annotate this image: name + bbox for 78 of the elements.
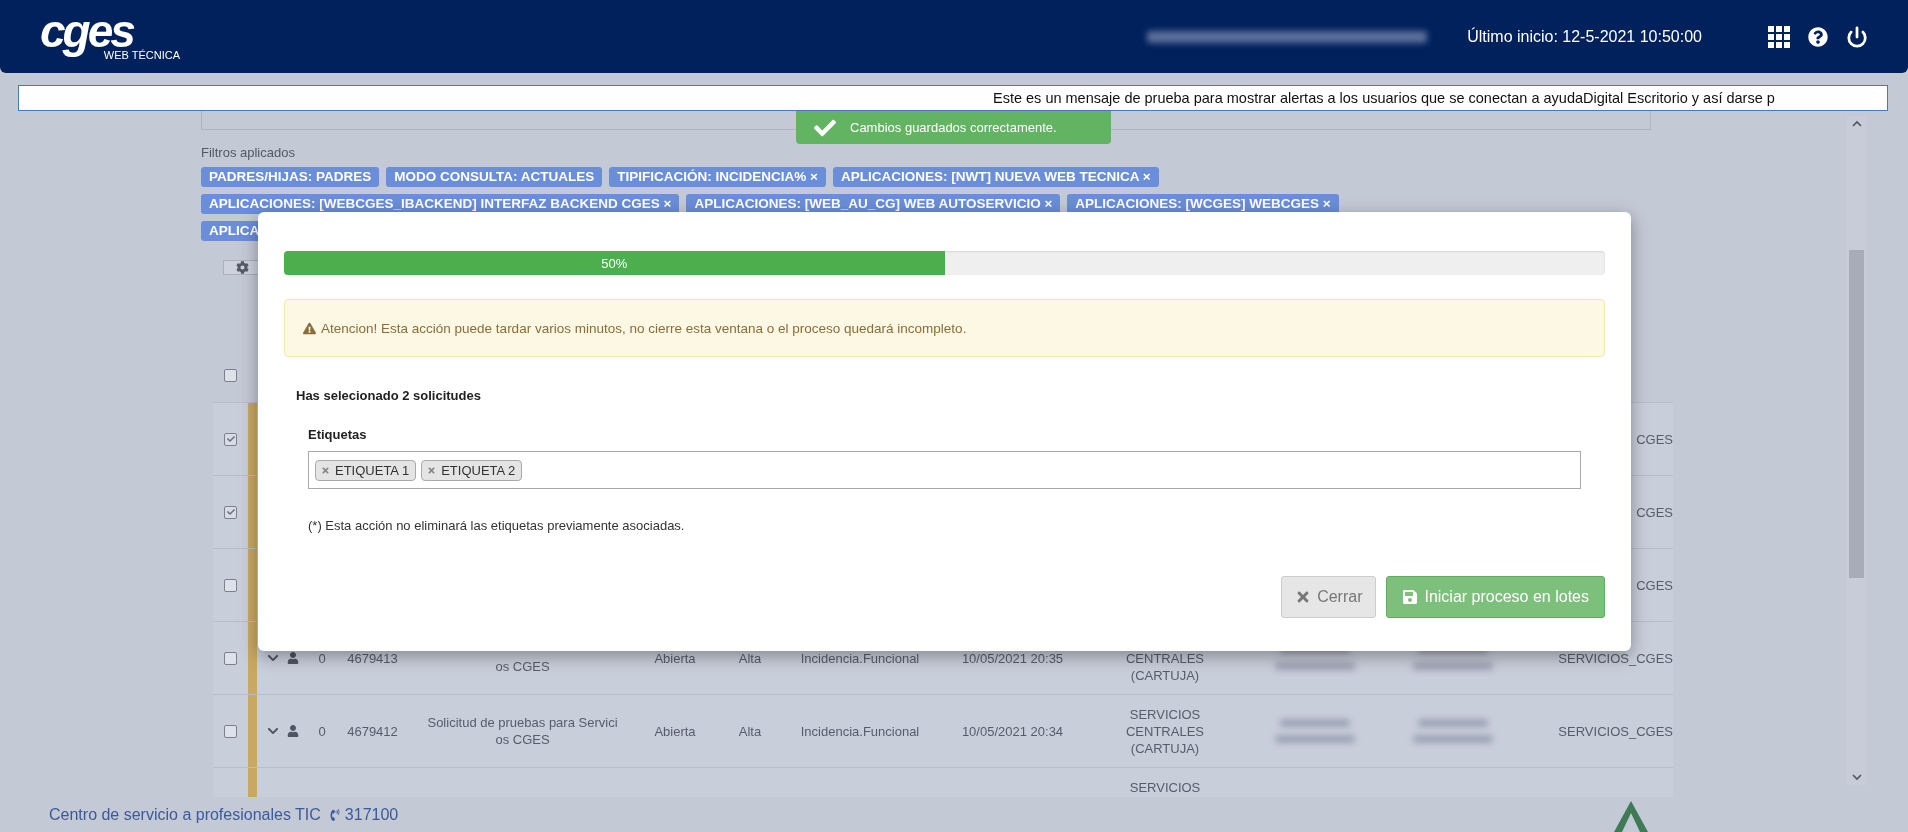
caret-down-icon[interactable] — [1851, 772, 1862, 782]
filter-tag[interactable]: APLICACIONES: [WCGES] WEBCGES × — [1067, 194, 1339, 214]
cell-text: Abierta — [654, 722, 696, 740]
row-stripe — [248, 476, 257, 548]
row-stripe — [248, 549, 257, 621]
cell-text: SERVICIOS_CGES — [1558, 722, 1673, 740]
caret-up-icon[interactable] — [1851, 119, 1862, 129]
selection-summary: Has selecionado 2 solicitudes — [296, 388, 482, 403]
power-icon[interactable] — [1846, 25, 1868, 48]
cell-text: 10/05/2021 20:35 — [961, 649, 1064, 667]
redacted-text — [1417, 719, 1488, 727]
row-stripe — [248, 622, 257, 694]
cell-text: Alta — [738, 649, 762, 667]
row-stripe — [248, 403, 257, 475]
cell-text: 0 — [318, 649, 326, 667]
user-icon — [287, 725, 299, 737]
close-button[interactable]: Cerrar — [1281, 576, 1377, 618]
checkbox[interactable] — [224, 432, 237, 446]
tag-chip[interactable]: ETIQUETA 1 — [315, 459, 417, 481]
user-icon — [287, 652, 299, 664]
cell-text: CGES — [1636, 430, 1673, 448]
chevron-down-icon[interactable] — [267, 652, 279, 664]
cell-text: (CARTUJA) — [1130, 666, 1200, 684]
cell-text: SERVICIOS — [1129, 705, 1201, 723]
check-icon — [226, 435, 235, 443]
tag-chip[interactable]: ETIQUETA 2 — [421, 459, 523, 481]
filters-title: Filtros aplicados — [201, 145, 296, 160]
last-login-text: Último inicio: 12-5-2021 10:50:00 — [1467, 27, 1702, 46]
progress-label: 50% — [601, 255, 628, 271]
cell-text: SERVICIOS_CGES — [1558, 649, 1673, 667]
phone-link[interactable]: 317100 — [328, 805, 399, 824]
warning-icon — [303, 321, 316, 335]
filter-tag[interactable]: APLICACIONES: [NWT] NUEVA WEB TECNICA × — [832, 167, 1159, 187]
checkbox[interactable] — [224, 724, 237, 738]
cell-text: Incidencia.Funcional — [800, 722, 920, 740]
cell-text: SERVICIOS — [1129, 778, 1201, 796]
cell-text: Solicitud de pruebas para Servici — [427, 714, 618, 731]
cell-text: CENTRALES — [1126, 649, 1204, 667]
alert-banner: Este es un mensaje de prueba para mostrar alertas a los usuarios que se conectan a ayudaDigital Escritorio y así darse p — [18, 85, 1888, 111]
cell-text: os CGES — [495, 658, 550, 675]
cell-text: os CGES — [495, 731, 550, 748]
filter-tag[interactable]: APLICACIONES: [WEB_AU_CG] WEB AUTOSERVICIO × — [686, 194, 1061, 214]
cell-text: 0 — [318, 722, 326, 740]
remove-icon[interactable] — [427, 465, 437, 475]
cell-text: CGES — [1636, 503, 1673, 521]
checkbox[interactable] — [224, 369, 237, 382]
tags-field[interactable]: ETIQUETA 1 ETIQUETA 2 — [308, 451, 1581, 489]
tags-label: Etiquetas — [308, 427, 368, 442]
filter-tag[interactable]: TIPIFICACIÓN: INCIDENCIA% × — [609, 167, 826, 187]
note-text: (*) Esta acción no eliminará las etiquetas previamente asociadas. — [308, 518, 686, 533]
checkbox[interactable] — [224, 651, 237, 665]
cell-text: CENTRALES — [1126, 722, 1204, 740]
redacted-text — [1280, 719, 1350, 727]
toast-text: Cambios guardados correctamente. — [850, 120, 1057, 135]
help-icon[interactable] — [1808, 26, 1828, 47]
cell-text: (CARTUJA) — [1130, 739, 1200, 757]
cell-text: Incidencia.Funcional — [800, 649, 920, 667]
save-icon — [1402, 589, 1419, 605]
phone-icon — [328, 808, 341, 821]
filter-tag[interactable]: APLICACIONES: [WEBCGES_IBACKEND] INTERFAZ BACKEND CGES × — [201, 194, 680, 214]
cell-text: 4679412 — [347, 722, 398, 740]
cell-text: 10/05/2021 20:34 — [961, 722, 1064, 740]
cell-text: Abierta — [654, 649, 696, 667]
apps-grid-icon[interactable] — [1768, 25, 1790, 48]
remove-icon[interactable] — [321, 465, 330, 475]
cell-text: 4679413 — [347, 649, 398, 667]
start-batch-button[interactable]: Iniciar proceso en lotes — [1386, 576, 1605, 618]
warning-text: Atencion! Esta acción puede tardar varios minutos, no cierre esta ventana o el proceso quedará incompleto. — [321, 320, 967, 336]
footer-text: Centro de servicio a profesionales TIC — [49, 805, 321, 824]
check-icon — [226, 508, 235, 516]
checkbox[interactable] — [224, 505, 237, 519]
checkbox[interactable] — [224, 578, 237, 592]
filter-tag[interactable]: PADRES/HIJAS: PADRES — [201, 167, 380, 187]
filter-tag[interactable]: MODO CONSULTA: ACTUALES — [386, 167, 603, 187]
cell-text: Alta — [738, 722, 762, 740]
gear-icon — [236, 261, 249, 274]
cell-text: CGES — [1636, 576, 1673, 594]
chevron-down-icon[interactable] — [267, 725, 279, 737]
